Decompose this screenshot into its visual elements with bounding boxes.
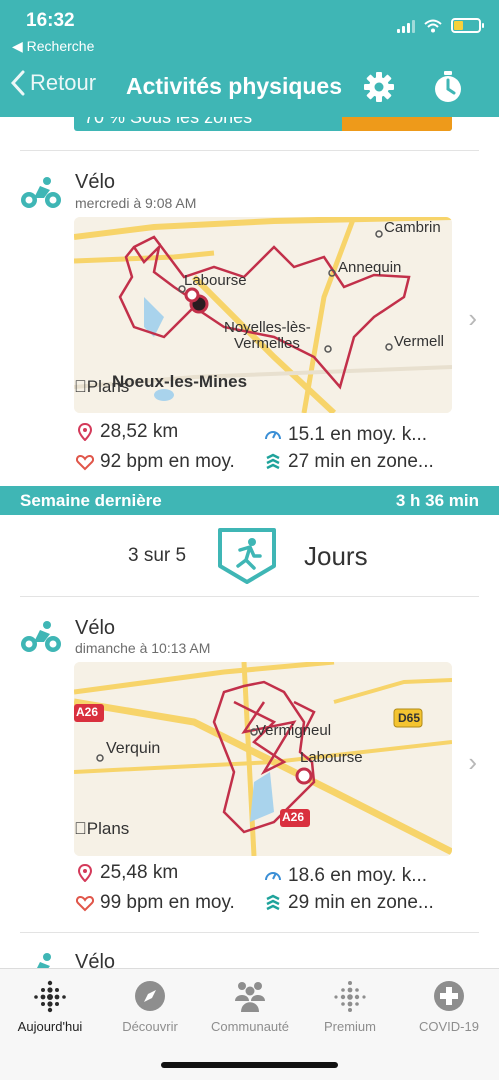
status-back-link[interactable]: ◀ Recherche xyxy=(12,38,94,55)
map-label: Vermelles xyxy=(234,335,300,352)
week-label: Semaine dernière xyxy=(20,491,162,510)
map-label: Vermell xyxy=(394,333,445,350)
goal-count: 3 sur 5 xyxy=(128,545,187,566)
map-label: Annequin xyxy=(338,259,402,276)
heart-value: 99 bpm en moy. xyxy=(100,892,235,913)
divider xyxy=(20,596,479,597)
location-pin-icon xyxy=(77,864,93,882)
speedometer-icon xyxy=(265,431,281,440)
map-label: Labourse xyxy=(184,272,247,289)
tab-community[interactable]: Communauté xyxy=(200,979,300,1034)
heart-icon xyxy=(76,895,94,912)
battery-icon xyxy=(451,18,484,33)
tab-label: Premium xyxy=(323,1019,376,1034)
heart-icon xyxy=(76,454,94,471)
community-icon xyxy=(235,982,265,1012)
tab-covid[interactable]: COVID-19 xyxy=(399,979,499,1034)
zones-icon xyxy=(266,894,280,911)
running-badge-icon xyxy=(218,528,276,584)
road-sign-label: A26 xyxy=(282,810,305,824)
chevron-right-icon: › xyxy=(468,747,477,777)
map-label: Noyelles-lès- xyxy=(224,319,311,336)
bike-icon xyxy=(21,621,61,652)
signal-icon xyxy=(397,19,415,33)
zone-progress-orange xyxy=(342,117,452,131)
chevron-right-icon: › xyxy=(468,303,477,333)
speedometer-icon xyxy=(265,872,281,881)
activity-title: Vélo xyxy=(75,171,116,193)
zones-value: 29 min en zone... xyxy=(288,892,434,913)
tab-label: Communauté xyxy=(210,1019,290,1034)
page-title: Activités physiques xyxy=(126,73,343,99)
header: 16:32 ◀ Recherche Retour Activités physi… xyxy=(0,0,499,117)
compass-icon xyxy=(135,981,165,1011)
divider xyxy=(20,150,479,151)
distance-stat: 28,52 km xyxy=(76,421,178,443)
back-button[interactable]: Retour xyxy=(10,70,96,96)
route-map: A26 D65 Verquin Vermigneul Labourse A26 … xyxy=(74,662,452,856)
distance-stat: 25,48 km xyxy=(76,862,178,884)
activity-date: mercredi à 9:08 AM xyxy=(75,195,197,211)
speed-stat: 15.1 en moy. k... xyxy=(264,424,427,446)
gear-icon[interactable] xyxy=(362,70,396,104)
tab-label: Découvrir xyxy=(122,1019,178,1034)
zone-progress-text: 70 % Sous les zones xyxy=(84,117,253,127)
goal-unit: Jours xyxy=(304,541,368,571)
tab-today[interactable]: Aujourd'hui xyxy=(0,979,100,1034)
map-label: Labourse xyxy=(300,749,363,766)
back-label: Retour xyxy=(30,70,97,95)
week-header: Semaine dernière 3 h 36 min xyxy=(0,486,499,515)
zones-value: 27 min en zone... xyxy=(288,451,434,472)
tab-premium[interactable]: Premium xyxy=(300,979,400,1034)
fitbit-dots-icon xyxy=(34,980,66,1013)
wifi-icon xyxy=(424,19,442,32)
stopwatch-icon[interactable] xyxy=(432,70,464,104)
heart-stat: 99 bpm en moy. xyxy=(76,892,235,914)
divider xyxy=(20,932,479,933)
speed-stat: 18.6 en moy. k... xyxy=(264,865,427,887)
map-attribution: Plans xyxy=(74,377,129,396)
activity-date: dimanche à 10:13 AM xyxy=(75,640,211,656)
chevron-left-icon xyxy=(10,70,25,96)
activity-title: Vélo xyxy=(75,617,116,639)
distance-value: 28,52 km xyxy=(100,421,179,442)
heart-stat: 92 bpm en moy. xyxy=(76,451,235,473)
bike-icon xyxy=(21,177,61,208)
location-pin-icon xyxy=(77,423,93,441)
map-attribution: Plans xyxy=(74,819,129,838)
week-total: 3 h 36 min xyxy=(395,491,479,510)
zones-stat: 27 min en zone... xyxy=(264,451,434,473)
premium-dots-icon xyxy=(334,981,366,1012)
map-label: Verquin xyxy=(106,740,161,757)
route-map: Cambrin Labourse Annequin Noyelles-lès- … xyxy=(74,217,452,413)
heart-value: 92 bpm en moy. xyxy=(100,451,235,472)
plus-circle-icon xyxy=(434,981,464,1011)
map-label: Vermigneul xyxy=(256,722,332,739)
zones-stat: 29 min en zone... xyxy=(264,892,434,914)
road-sign-label: D65 xyxy=(398,711,421,725)
status-icons xyxy=(397,18,484,33)
map-label: Noeux-les-Mines xyxy=(112,372,248,391)
map-label: Cambrin xyxy=(384,219,441,236)
status-time: 16:32 xyxy=(26,10,75,31)
road-sign-label: A26 xyxy=(76,705,99,719)
distance-value: 25,48 km xyxy=(100,862,179,883)
tab-discover[interactable]: Découvrir xyxy=(100,979,200,1034)
tab-label: Aujourd'hui xyxy=(17,1019,83,1034)
zones-icon xyxy=(266,453,280,470)
speed-value: 15.1 en moy. k... xyxy=(288,424,428,445)
home-indicator[interactable] xyxy=(161,1062,338,1068)
speed-value: 18.6 en moy. k... xyxy=(288,865,428,886)
zone-progress-strip: 70 % Sous les zones xyxy=(74,117,452,131)
tab-label: COVID-19 xyxy=(419,1019,479,1034)
